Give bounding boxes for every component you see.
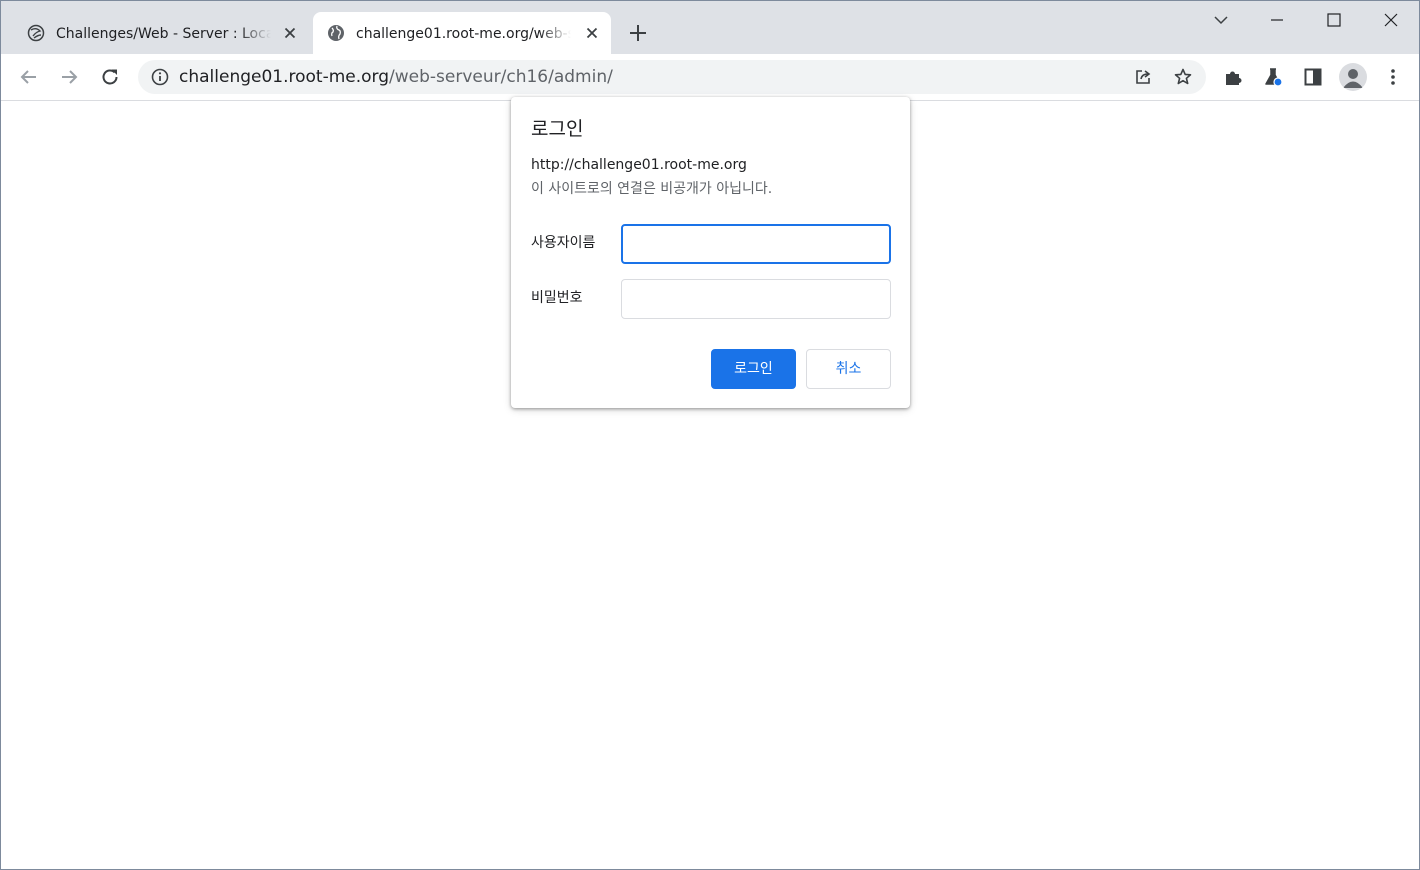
url-host: challenge01.root-me.org: [179, 67, 390, 87]
browser-toolbar: challenge01.root-me.org/web-serveur/ch16…: [1, 54, 1419, 101]
browser-window: Challenges/Web - Server : Local challeng…: [0, 0, 1420, 870]
connection-not-private-note: 이 사이트로의 연결은 비공개가 아닙니다.: [531, 181, 773, 197]
person-icon: [1343, 69, 1363, 88]
reload-icon[interactable]: [98, 65, 122, 89]
more-menu-icon[interactable]: [1382, 66, 1404, 88]
tab-search-chevron-down-icon[interactable]: [1207, 9, 1235, 31]
login-button[interactable]: 로그인: [711, 349, 796, 389]
password-field[interactable]: [621, 279, 891, 319]
site-info-icon[interactable]: [151, 68, 169, 86]
close-tab-icon[interactable]: [583, 24, 601, 42]
globe-icon: [328, 25, 344, 41]
minimize-icon[interactable]: [1263, 9, 1291, 31]
url-path: /web-serveur/ch16/admin/: [389, 67, 613, 87]
address-bar[interactable]: challenge01.root-me.org/web-serveur/ch16…: [138, 60, 1206, 94]
side-panel-icon[interactable]: [1302, 66, 1324, 88]
username-field[interactable]: [621, 224, 891, 264]
labs-flask-icon[interactable]: [1262, 66, 1284, 88]
new-tab-plus-icon[interactable]: [627, 22, 649, 44]
cancel-button[interactable]: 취소: [806, 349, 891, 389]
back-arrow-icon[interactable]: [17, 65, 41, 89]
forward-arrow-icon[interactable]: [57, 65, 81, 89]
password-label: 비밀번호: [531, 290, 583, 306]
address-url[interactable]: challenge01.root-me.org/web-serveur/ch16…: [179, 60, 613, 94]
bookmark-star-icon[interactable]: [1173, 67, 1193, 87]
login-dialog: 로그인 http://challenge01.root-me.org 이 사이트…: [511, 97, 910, 408]
close-tab-icon[interactable]: [281, 24, 299, 42]
extensions-puzzle-icon[interactable]: [1222, 66, 1244, 88]
root-me-favicon-icon: [27, 24, 45, 42]
dialog-title: 로그인: [531, 118, 584, 140]
profile-avatar[interactable]: [1339, 63, 1367, 91]
tab-strip: Challenges/Web - Server : Local challeng…: [1, 1, 1419, 54]
username-label: 사용자이름: [531, 235, 596, 251]
tab-title: Challenges/Web - Server : Local: [56, 26, 271, 42]
tab-title: challenge01.root-me.org/web-se: [356, 26, 571, 42]
share-icon[interactable]: [1133, 67, 1153, 87]
tab-challenges[interactable]: Challenges/Web - Server : Local: [13, 12, 309, 54]
window-close-icon[interactable]: [1377, 9, 1405, 31]
tab-challenge01[interactable]: challenge01.root-me.org/web-se: [313, 12, 611, 54]
dialog-origin: http://challenge01.root-me.org: [531, 157, 747, 173]
maximize-icon[interactable]: [1320, 9, 1348, 31]
